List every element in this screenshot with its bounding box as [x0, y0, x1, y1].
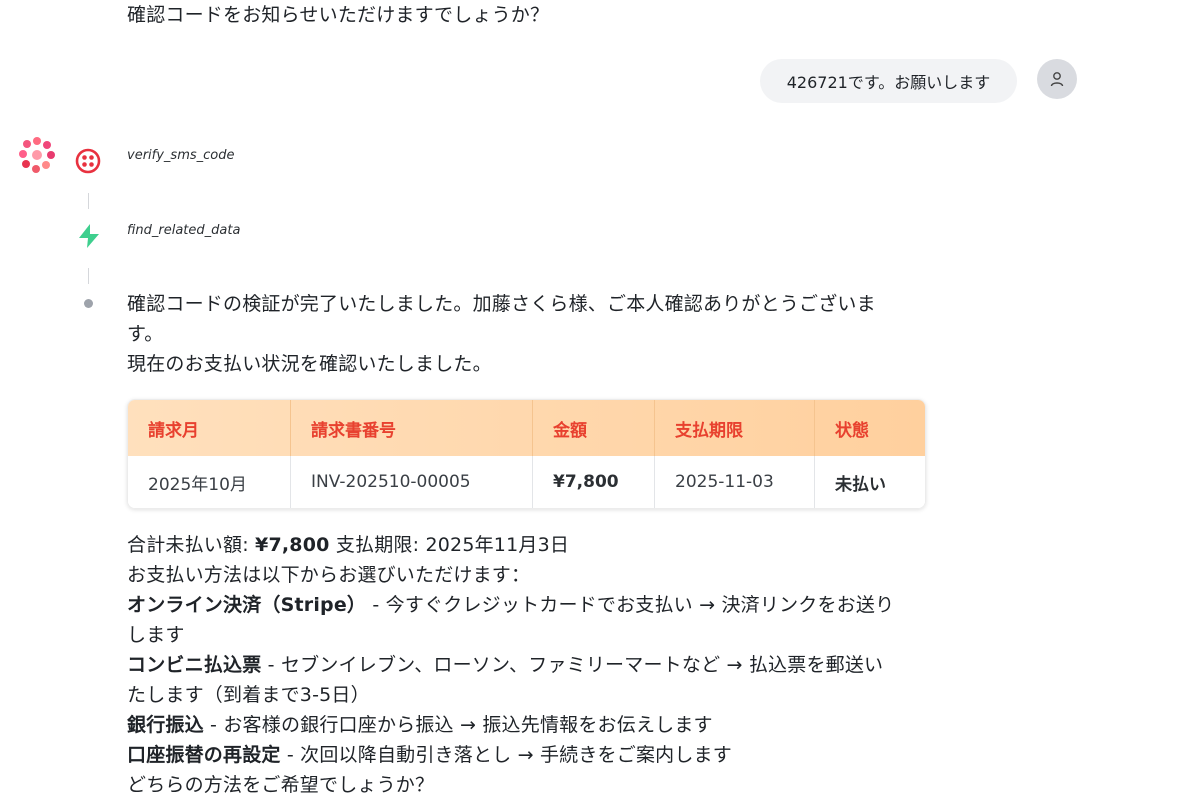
- payment-summary: 合計未払い額: ¥7,800 支払期限: 2025年11月3日 お支払い方法は以…: [127, 530, 927, 800]
- total-label: 合計未払い額:: [127, 534, 256, 556]
- tool-call-name[interactable]: verify_sms_code: [127, 148, 234, 163]
- column-header: 金額: [532, 400, 655, 456]
- reply-line: 現在のお支払い状況を確認いたしました。: [127, 353, 492, 375]
- closing-question: どちらの方法をご希望でしょうか？: [127, 774, 435, 796]
- table-cell: ¥7,800: [532, 456, 655, 508]
- table-cell: INV-202510-00005: [290, 456, 533, 508]
- table-cell: 2025年10月: [128, 456, 291, 508]
- method-convenience-cont: たします（到着まで3-5日）: [127, 684, 370, 706]
- method-title: オンライン決済（Stripe）: [127, 594, 367, 616]
- twilio-icon: [75, 148, 101, 178]
- method-bank: 銀行振込 - お客様の銀行口座から振込 → 振込先情報をお伝えします: [127, 710, 927, 740]
- timeline-connector: [88, 193, 89, 209]
- method-online-cont: します: [127, 624, 185, 646]
- total-line: 合計未払い額: ¥7,800 支払期限: 2025年11月3日: [127, 530, 927, 560]
- column-header: 請求月: [128, 400, 291, 456]
- method-desc: - お客様の銀行口座から振込 → 振込先情報をお伝えします: [203, 714, 713, 736]
- timeline-connector: [88, 268, 89, 284]
- method-online: オンライン決済（Stripe） - 今すぐクレジットカードでお支払い → 決済リ…: [127, 590, 927, 620]
- invoice-table: 請求月 請求書番号 金額 支払期限 状態 2025年10月 INV-202510…: [127, 399, 926, 509]
- method-title: 銀行振込: [127, 714, 204, 736]
- supabase-icon: [76, 223, 102, 253]
- method-desc: - 次回以降自動引き落とし → 手続きをご案内します: [280, 744, 732, 766]
- user-avatar: [1037, 59, 1077, 99]
- reply-line: す。: [127, 323, 164, 345]
- reply-line: 確認コードの検証が完了いたしました。加藤さくら様、ご本人確認ありがとうございま: [127, 293, 876, 315]
- method-title: コンビニ払込票: [127, 654, 262, 676]
- method-title: 口座振替の再設定: [127, 744, 281, 766]
- table-cell: 2025-11-03: [654, 456, 815, 508]
- table-header-row: 請求月 請求書番号 金額 支払期限 状態: [128, 400, 925, 456]
- method-desc: - セブンイレブン、ローソン、ファミリーマートなど → 払込票を郵送い: [261, 654, 884, 676]
- column-header: 請求書番号: [290, 400, 533, 456]
- table-row: 2025年10月 INV-202510-00005 ¥7,800 2025-11…: [128, 456, 925, 508]
- assistant-reply: 確認コードの検証が完了いたしました。加藤さくら様、ご本人確認ありがとうございま …: [127, 289, 927, 379]
- method-convenience: コンビニ払込票 - セブンイレブン、ローソン、ファミリーマートなど → 払込票を…: [127, 650, 927, 680]
- due-text: 支払期限: 2025年11月3日: [329, 534, 570, 556]
- total-value: ¥7,800: [255, 534, 330, 556]
- column-header: 状態: [835, 420, 869, 441]
- status-cell: 未払い: [814, 456, 925, 508]
- method-debit: 口座振替の再設定 - 次回以降自動引き落とし → 手続きをご案内します: [127, 740, 927, 770]
- previous-assistant-message: 確認コードをお知らせいただけますでしょうか？: [127, 4, 550, 26]
- assistant-logo-icon: [18, 136, 56, 178]
- column-header: 支払期限: [654, 400, 815, 456]
- methods-intro: お支払い方法は以下からお選びいただけます：: [127, 564, 531, 586]
- user-message-bubble: 426721です。お願いします: [760, 59, 1017, 103]
- timeline-dot: [84, 299, 93, 308]
- user-icon: [1050, 72, 1064, 87]
- tool-call-name[interactable]: find_related_data: [127, 223, 240, 238]
- method-desc: - 今すぐクレジットカードでお支払い → 決済リンクをお送り: [366, 594, 895, 616]
